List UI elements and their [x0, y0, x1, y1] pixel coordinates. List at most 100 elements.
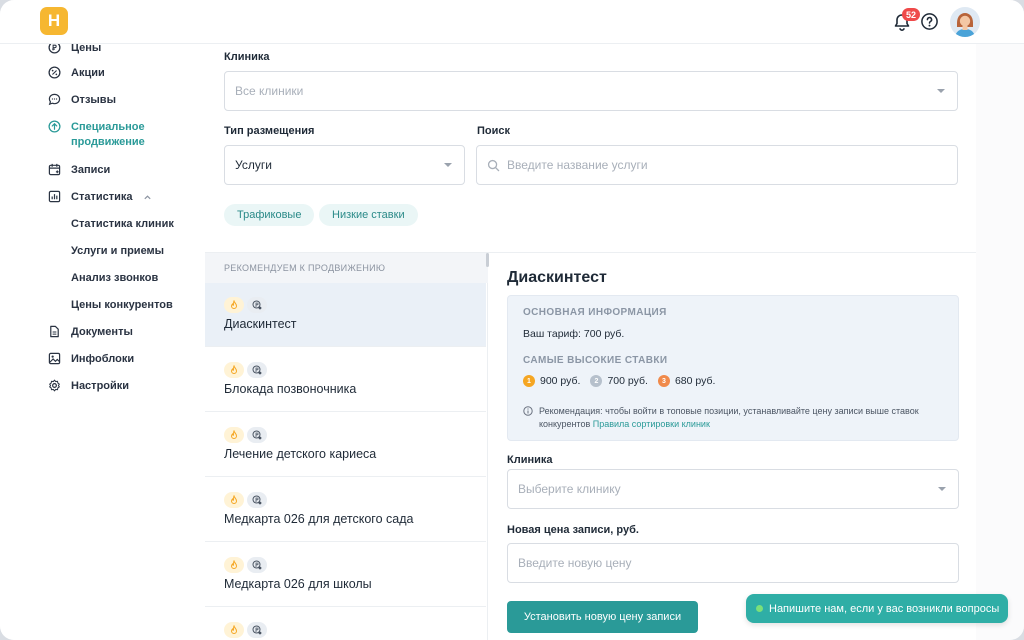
row-badges [224, 427, 267, 443]
chevron-up-icon[interactable] [143, 193, 152, 202]
notification-badge: 52 [902, 8, 920, 21]
clinic-select-label: Клиника [507, 454, 553, 466]
row-badges [224, 362, 267, 378]
sidebar-item-infoblocks[interactable]: Инфоблоки [48, 352, 134, 367]
tariff-text: Ваш тариф: 700 руб. [523, 328, 625, 340]
new-price-placeholder: Введите новую цену [518, 556, 632, 570]
list-item[interactable]: Медкарта 026 для детского сада [205, 478, 486, 542]
fire-icon [224, 492, 244, 508]
clinic-select[interactable]: Выберите клинику [507, 469, 959, 509]
rate-item: 2 700 руб. [590, 375, 648, 387]
sidebar-item-label: Настройки [71, 380, 130, 392]
new-price-label: Новая цена записи, руб. [507, 524, 639, 536]
rate-item: 1 900 руб. [523, 375, 580, 387]
info-icon [523, 406, 533, 416]
clinic-select-placeholder: Выберите клинику [518, 482, 621, 496]
set-new-price-button[interactable]: Установить новую цену записи [507, 601, 698, 633]
sidebar-subitem-competitor-prices[interactable]: Цены конкурентов [71, 299, 173, 311]
list-item[interactable]: Блокада позвоночника [205, 348, 486, 412]
statistics-icon [48, 190, 61, 203]
top-rates-heading: САМЫЕ ВЫСОКИЕ СТАВКИ [523, 355, 668, 366]
cost-icon [247, 492, 267, 508]
cost-icon [247, 362, 267, 378]
gear-icon [49, 379, 60, 392]
percent-icon [48, 66, 61, 79]
silver-medal-icon: 2 [590, 375, 603, 387]
help-icon[interactable] [920, 12, 939, 31]
list-item-title: Блокада позвоночника [224, 382, 357, 396]
list-header: РЕКОМЕНДУЕМ К ПРОДВИЖЕНИЮ [205, 253, 488, 283]
fire-icon [224, 362, 244, 378]
fire-icon [224, 622, 244, 638]
list-item[interactable]: Диаскинтест [205, 283, 486, 347]
list-item-title: Медкарта 026 для детского сада [224, 512, 414, 526]
sidebar-item-label: Записи [71, 164, 111, 176]
sidebar-item-appointments[interactable]: Записи [48, 163, 110, 178]
reviews-icon [48, 93, 61, 106]
search-placeholder: Введите название услуги [507, 158, 648, 172]
list-item-title: Лечение детского кариеса [224, 447, 377, 461]
sidebar-item-reviews[interactable]: Отзывы [48, 93, 116, 108]
rate-value: 680 руб. [674, 375, 716, 387]
list-item[interactable] [205, 608, 486, 640]
row-badges [224, 492, 267, 508]
promotion-icon [48, 120, 61, 133]
calendar-icon [48, 163, 61, 176]
new-price-input[interactable]: Введите новую цену [507, 543, 959, 583]
chevron-down-icon [444, 163, 452, 167]
recommended-list: РЕКОМЕНДУЕМ К ПРОДВИЖЕНИЮ Диаскинтест Бл… [205, 253, 489, 640]
avatar[interactable] [950, 7, 980, 37]
chip-low-bids[interactable]: Низкие ставки [319, 204, 418, 226]
right-gutter [976, 44, 1024, 640]
basic-info-heading: ОСНОВНАЯ ИНФОРМАЦИЯ [523, 307, 667, 318]
document-icon [50, 325, 59, 338]
cost-icon [247, 622, 267, 638]
fire-icon [224, 427, 244, 443]
sidebar-item-special-promotion[interactable]: Специальное продвижение [48, 120, 158, 150]
recommendation-note: Рекомендация: чтобы войти в топовые пози… [523, 405, 943, 431]
sidebar-subitem-services[interactable]: Услуги и приемы [71, 245, 164, 257]
sidebar-item-label: Документы [71, 326, 133, 338]
sidebar-subitem-call-analysis[interactable]: Анализ звонков [71, 272, 158, 284]
search-input[interactable]: Введите название услуги [476, 145, 958, 185]
list-item-title: Медкарта 026 для школы [224, 577, 372, 591]
list-item[interactable]: Медкарта 026 для школы [205, 543, 486, 607]
top-bar: H 52 [0, 0, 1024, 44]
row-badges [224, 557, 267, 573]
detail-title: Диаскинтест [507, 269, 607, 286]
sidebar-item-documents[interactable]: Документы [48, 325, 133, 340]
info-box: ОСНОВНАЯ ИНФОРМАЦИЯ Ваш тариф: 700 руб. … [507, 295, 959, 441]
recommendation-text-wrap: Рекомендация: чтобы войти в топовые пози… [539, 405, 943, 431]
app-window: H 52 Цены Акции Отзывы Специальное продв… [0, 0, 1024, 640]
rate-item: 3 680 руб. [657, 375, 716, 387]
chip-traffic[interactable]: Трафиковые [224, 204, 315, 226]
chevron-down-icon [938, 487, 946, 491]
sidebar-item-settings[interactable]: Настройки [48, 379, 129, 394]
online-status-icon [756, 605, 763, 612]
chat-widget-button[interactable]: Напишите нам, если у вас возникли вопрос… [746, 594, 1008, 623]
placement-type-label: Тип размещения [224, 125, 315, 137]
placement-type-select[interactable]: Услуги [224, 145, 465, 185]
list-item-title: Диаскинтест [224, 317, 297, 331]
search-icon [487, 159, 500, 171]
image-icon [48, 352, 61, 365]
sidebar-item-label: Акции [71, 67, 105, 79]
clinic-filter-select[interactable]: Все клиники [224, 71, 958, 111]
app-logo[interactable]: H [40, 7, 68, 35]
cost-icon [247, 427, 267, 443]
sidebar-item-label: Отзывы [71, 94, 116, 106]
chevron-down-icon [937, 89, 945, 93]
rate-value: 700 руб. [607, 375, 648, 387]
top-rates: 1 900 руб. 2 700 руб. 3 680 руб. [523, 375, 715, 387]
sidebar-item-statistics[interactable]: Статистика [48, 190, 152, 205]
list-item[interactable]: Лечение детского кариеса [205, 413, 486, 477]
user-avatar-icon [950, 7, 980, 37]
chat-widget-label: Напишите нам, если у вас возникли вопрос… [769, 602, 1000, 615]
sidebar-item-promotions[interactable]: Акции [48, 66, 105, 81]
sidebar: Цены Акции Отзывы Специальное продвижени… [0, 41, 205, 640]
fire-icon [224, 557, 244, 573]
sidebar-item-label: Специальное продвижение [71, 121, 145, 148]
sorting-rules-link[interactable]: Правила сортировки клиник [593, 419, 710, 429]
sidebar-item-label: Инфоблоки [71, 353, 135, 365]
sidebar-subitem-clinic-stats[interactable]: Статистика клиник [71, 218, 174, 230]
